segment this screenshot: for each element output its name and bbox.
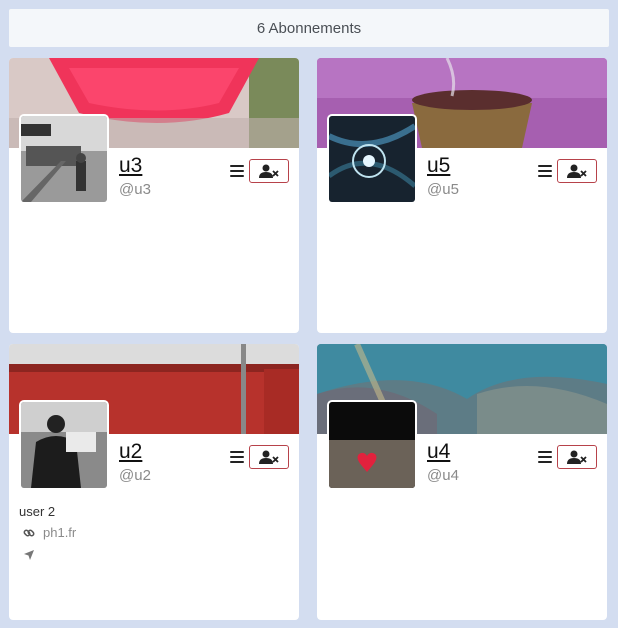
hamburger-menu-icon[interactable] bbox=[230, 165, 244, 177]
user-handle: @u5 bbox=[427, 181, 459, 198]
username-link[interactable]: u4 bbox=[427, 440, 450, 464]
username-link[interactable]: u3 bbox=[119, 154, 142, 178]
user-handle: @u2 bbox=[119, 467, 151, 484]
avatar[interactable] bbox=[327, 114, 417, 204]
location-arrow-icon bbox=[24, 550, 34, 560]
unfollow-button[interactable] bbox=[557, 445, 597, 469]
user-handle: @u3 bbox=[119, 181, 151, 198]
user-card-u5: u5 @u5 bbox=[317, 58, 607, 333]
hamburger-menu-icon[interactable] bbox=[538, 451, 552, 463]
website-link[interactable]: ph1.fr bbox=[43, 525, 76, 540]
user-card-u3: u3 @u3 bbox=[9, 58, 299, 333]
unfollow-button[interactable] bbox=[249, 159, 289, 183]
subscriptions-title: 6 Abonnements bbox=[256, 19, 362, 37]
user-remove-icon bbox=[567, 164, 587, 178]
username-link[interactable]: u2 bbox=[119, 440, 142, 464]
user-handle: @u4 bbox=[427, 467, 459, 484]
unfollow-button[interactable] bbox=[557, 159, 597, 183]
user-remove-icon bbox=[259, 164, 279, 178]
hamburger-menu-icon[interactable] bbox=[230, 451, 244, 463]
user-remove-icon bbox=[567, 450, 587, 464]
hamburger-menu-icon[interactable] bbox=[538, 165, 552, 177]
subscriptions-header: 6 Abonnements bbox=[9, 9, 609, 47]
website-row: ph1.fr bbox=[23, 525, 76, 540]
user-bio: user 2 bbox=[19, 504, 56, 519]
username-link[interactable]: u5 bbox=[427, 154, 450, 178]
avatar[interactable] bbox=[327, 400, 417, 490]
unfollow-button[interactable] bbox=[249, 445, 289, 469]
avatar[interactable] bbox=[19, 400, 109, 490]
link-icon bbox=[23, 529, 35, 536]
avatar[interactable] bbox=[19, 114, 109, 204]
user-card-u2: u2 @u2 user 2 ph1.fr bbox=[9, 344, 299, 620]
user-remove-icon bbox=[259, 450, 279, 464]
location-row bbox=[23, 548, 35, 566]
user-card-u4: u4 @u4 bbox=[317, 344, 607, 620]
